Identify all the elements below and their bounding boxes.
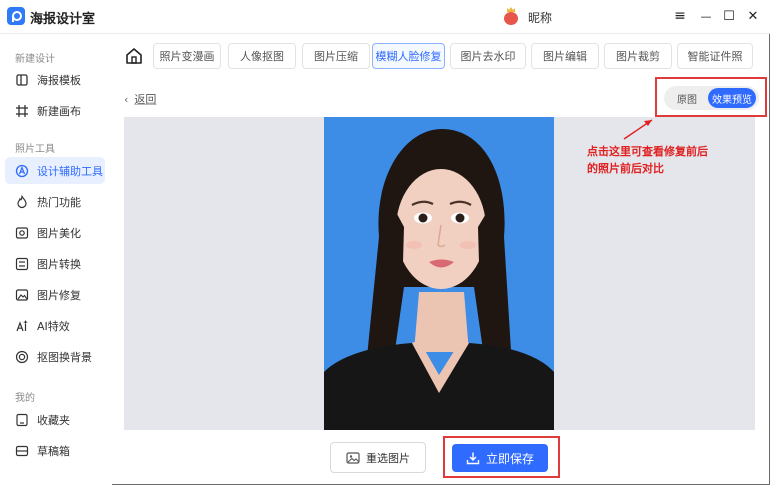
sidebar-item-label: 图片转换 (37, 257, 81, 271)
avatar-icon (504, 12, 518, 25)
sidebar-group-label: 我的 (15, 393, 35, 404)
sidebar-item-image-convert[interactable]: 图片转换 (5, 250, 105, 277)
tab-image-crop[interactable]: 图片裁剪 (604, 43, 672, 69)
tab-watermark-removal[interactable]: 图片去水印 (450, 43, 526, 69)
reselect-label: 重选图片 (366, 451, 410, 465)
username[interactable]: 昵称 (528, 9, 552, 26)
sidebar-item-label: 收藏夹 (37, 413, 70, 427)
cutout-icon (15, 350, 29, 364)
sidebar-item-hot-features[interactable]: 热门功能 (5, 188, 105, 215)
tool-tabs: 照片变漫画 人像抠图 图片压缩 模糊人脸修复 图片去水印 图片编辑 图片裁剪 智… (112, 34, 770, 80)
tab-portrait-cutout[interactable]: 人像抠图 (228, 43, 296, 69)
back-link[interactable]: ‹ 返回 (124, 91, 156, 107)
menu-icon[interactable]: ≡ (670, 6, 690, 26)
sidebar-item-favorites[interactable]: 收藏夹 (5, 406, 105, 433)
chevron-left-icon: ‹ (124, 92, 129, 106)
tab-image-edit[interactable]: 图片编辑 (531, 43, 599, 69)
sidebar-item-label: 草稿箱 (37, 444, 70, 458)
compass-icon (15, 164, 29, 178)
flame-icon (15, 194, 29, 209)
image-beautify-icon (15, 226, 29, 240)
sidebar-item-design-tools[interactable]: 设计辅助工具 (5, 157, 105, 184)
sidebar-group-label: 照片工具 (15, 144, 55, 155)
sidebar-item-label: 热门功能 (37, 195, 81, 209)
sidebar-item-ai-effects[interactable]: AI特效 (5, 312, 105, 339)
canvas-grid-icon (15, 104, 29, 118)
sidebar-item-label: AI特效 (37, 319, 70, 333)
sidebar-item-image-beautify[interactable]: 图片美化 (5, 219, 105, 246)
sidebar: 新建设计 海报模板 新建画布 照片工具 设计辅助工具 热门功能 图片美化 图片转… (0, 34, 112, 485)
sidebar-item-new-canvas[interactable]: 新建画布 (5, 97, 105, 124)
reselect-image-button[interactable]: 重选图片 (330, 442, 426, 473)
annotation-arrow-icon (622, 117, 656, 141)
portrait-photo (324, 117, 554, 430)
home-icon[interactable] (124, 46, 144, 66)
sidebar-item-cutout-background[interactable]: 抠图换背景 (5, 343, 105, 370)
app-logo-icon (7, 7, 25, 25)
image-repair-icon (15, 288, 29, 302)
bookmark-icon (15, 413, 29, 427)
tab-blurry-face-repair[interactable]: 模糊人脸修复 (372, 43, 445, 69)
sidebar-item-label: 图片修复 (37, 288, 81, 302)
template-icon (15, 73, 29, 87)
back-label: 返回 (134, 93, 157, 106)
user-avatar[interactable] (503, 7, 519, 25)
sidebar-item-image-repair[interactable]: 图片修复 (5, 281, 105, 308)
sidebar-item-label: 图片美化 (37, 226, 81, 240)
sidebar-item-label: 新建画布 (37, 104, 81, 118)
sidebar-item-poster-templates[interactable]: 海报模板 (5, 66, 105, 93)
drafts-box-icon (15, 444, 29, 458)
annotation-line-2: 的照片前后对比 (587, 162, 664, 175)
tab-image-compress[interactable]: 图片压缩 (302, 43, 370, 69)
annotation-line-1: 点击这里可查看修复前后 (587, 145, 708, 158)
ai-effects-icon (15, 319, 29, 333)
sidebar-item-label: 设计辅助工具 (37, 164, 103, 178)
sidebar-item-label: 海报模板 (37, 73, 81, 87)
sidebar-item-label: 抠图换背景 (37, 350, 92, 364)
annotation-text: 点击这里可查看修复前后 的照片前后对比 (587, 143, 737, 177)
app-title: 海报设计室 (30, 12, 96, 27)
maximize-button[interactable]: ☐ (719, 6, 739, 26)
close-button[interactable]: ✕ (743, 6, 763, 26)
image-convert-icon (15, 257, 29, 271)
minimize-button[interactable]: — (696, 6, 716, 26)
highlight-box-save (443, 436, 560, 478)
tab-photo-to-cartoon[interactable]: 照片变漫画 (153, 43, 221, 69)
title-bar: 海报设计室 昵称 ≡ — ☐ ✕ (0, 0, 770, 34)
sidebar-item-drafts[interactable]: 草稿箱 (5, 437, 105, 464)
sidebar-group-label: 新建设计 (15, 54, 55, 65)
tab-smart-id-photo[interactable]: 智能证件照 (677, 43, 753, 69)
image-icon (346, 451, 360, 465)
highlight-box-compare-toggle (655, 77, 767, 117)
